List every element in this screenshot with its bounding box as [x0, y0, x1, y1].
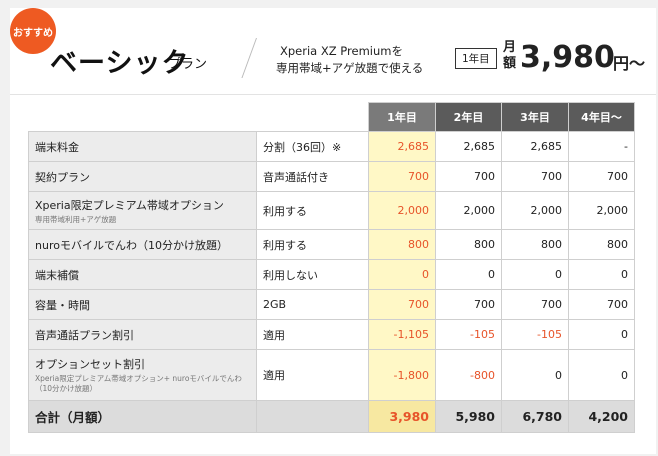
header-divider: [241, 38, 271, 78]
table-row: 端末料金 分割（36回）※ 2,685 2,685 2,685-: [28, 131, 635, 162]
row-item: 端末補償: [28, 259, 257, 290]
row-item-note: Xperia限定プレミアム帯域オプション+ nuroモバイルでんわ（10分かけ放…: [35, 374, 242, 393]
total-condition: [256, 400, 369, 433]
total-year2: 5,980: [435, 400, 502, 433]
price-unit: 円〜: [613, 54, 646, 73]
cell-year2: -105: [435, 319, 502, 350]
cell-year2: 800: [435, 229, 502, 260]
row-condition: 分割（36回）※: [256, 131, 369, 162]
total-row: 合計（月額） 3,980 5,980 6,780 4,200: [28, 400, 635, 433]
cell-year4: -: [568, 131, 635, 162]
plan-subtitle: プラン: [168, 57, 208, 72]
cell-year2: 700: [435, 289, 502, 320]
row-item-label: nuroモバイルでんわ（10分かけ放題）: [35, 238, 228, 252]
cell-year2: 2,685: [435, 131, 502, 162]
row-condition: 利用しない: [256, 259, 369, 290]
plan-description-line2: 専用帯域+アゲ放題で使える: [276, 61, 424, 75]
cell-year2: -800: [435, 349, 502, 401]
row-item-label: 容量・時間: [35, 298, 90, 312]
cell-year3: 700: [501, 161, 569, 192]
monthly-price: 3,980: [520, 40, 615, 75]
row-condition: 2GB: [256, 289, 369, 320]
monthly-label: 月額: [503, 40, 517, 71]
table-row: Xperia限定プレミアム帯域オプション 専用帯域利用+アゲ放題 利用する 2,000…: [28, 191, 635, 230]
cell-year1: 700: [368, 161, 436, 192]
row-item-label: 端末補償: [35, 268, 79, 282]
row-condition: 利用する: [256, 229, 369, 260]
cell-year1: -1,800: [368, 349, 436, 401]
row-item: 契約プラン: [28, 161, 257, 192]
row-item-label: オプションセット割引: [35, 358, 145, 371]
cell-year1: 2,685: [368, 131, 436, 162]
col-year2-header: 2年目: [435, 102, 502, 132]
cell-year3: 700: [501, 289, 569, 320]
row-item: 容量・時間: [28, 289, 257, 320]
cell-year4: 0: [568, 349, 635, 401]
row-item-label: 端末料金: [35, 140, 79, 154]
cell-year1: 2,000: [368, 191, 436, 230]
plan-description-line1: Xperia XZ Premiumを: [280, 44, 403, 58]
col-year4-header: 4年目〜: [568, 102, 635, 132]
row-item-label: Xperia限定プレミアム帯域オプション: [35, 198, 224, 212]
cell-year1: 700: [368, 289, 436, 320]
header-divider-line: [10, 94, 656, 95]
row-condition: 適用: [256, 319, 369, 350]
cell-year1: 0: [368, 259, 436, 290]
cell-year3: -105: [501, 319, 569, 350]
cell-year3: 2,685: [501, 131, 569, 162]
cell-year1: 800: [368, 229, 436, 260]
col-year1-header: 1年目: [368, 102, 436, 132]
cell-year4: 0: [568, 319, 635, 350]
total-year3: 6,780: [501, 400, 569, 433]
row-item: オプションセット割引 Xperia限定プレミアム帯域オプション+ nuroモバイル…: [28, 349, 257, 401]
table-row: 契約プラン 音声通話付き 700 700 700 700: [28, 161, 635, 192]
total-year1: 3,980: [368, 400, 436, 433]
total-year4: 4,200: [568, 400, 635, 433]
row-item-label: 契約プラン: [35, 170, 90, 184]
row-condition: 適用: [256, 349, 369, 401]
cell-year3: 2,000: [501, 191, 569, 230]
table-row: オプションセット割引 Xperia限定プレミアム帯域オプション+ nuroモバイル…: [28, 349, 635, 401]
pricing-table: 1年目 2年目 3年目 4年目〜 端末料金 分割（36回）※ 2,685 2,685 2…: [28, 102, 635, 433]
cell-year1: -1,105: [368, 319, 436, 350]
row-item: 音声通話プラン割引: [28, 319, 257, 350]
row-item: Xperia限定プレミアム帯域オプション専用帯域利用+アゲ放題: [28, 191, 257, 230]
first-year-label: 1年目: [455, 48, 497, 69]
cell-year4: 2,000: [568, 191, 635, 230]
col-year3-header: 3年目: [501, 102, 569, 132]
cell-year4: 0: [568, 259, 635, 290]
cell-year3: 800: [501, 229, 569, 260]
recommend-badge: おすすめ: [10, 8, 56, 54]
cell-year4: 800: [568, 229, 635, 260]
cell-year2: 0: [435, 259, 502, 290]
cell-year2: 700: [435, 161, 502, 192]
cell-year3: 0: [501, 349, 569, 401]
table-row: 端末補償 利用しない 0 0 0 0: [28, 259, 635, 290]
row-item: nuroモバイルでんわ（10分かけ放題）: [28, 229, 257, 260]
header-empty: [256, 102, 369, 132]
cell-year4: 700: [568, 161, 635, 192]
header-empty: [28, 102, 257, 132]
row-condition: 音声通話付き: [256, 161, 369, 192]
row-item-note: 専用帯域利用+アゲ放題: [35, 214, 117, 224]
cell-year3: 0: [501, 259, 569, 290]
table-row: 音声通話プラン割引 適用 -1,105 -105 -105 0: [28, 319, 635, 350]
total-label: 合計（月額）: [28, 400, 257, 433]
table-header-row: 1年目 2年目 3年目 4年目〜: [28, 102, 635, 132]
row-condition: 利用する: [256, 191, 369, 230]
cell-year2: 2,000: [435, 191, 502, 230]
row-item-label: 音声通話プラン割引: [35, 328, 134, 342]
table-row: 容量・時間 2GB 700 700 700 700: [28, 289, 635, 320]
row-item: 端末料金: [28, 131, 257, 162]
table-row: nuroモバイルでんわ（10分かけ放題） 利用する 800 800 800 800: [28, 229, 635, 260]
cell-year4: 700: [568, 289, 635, 320]
